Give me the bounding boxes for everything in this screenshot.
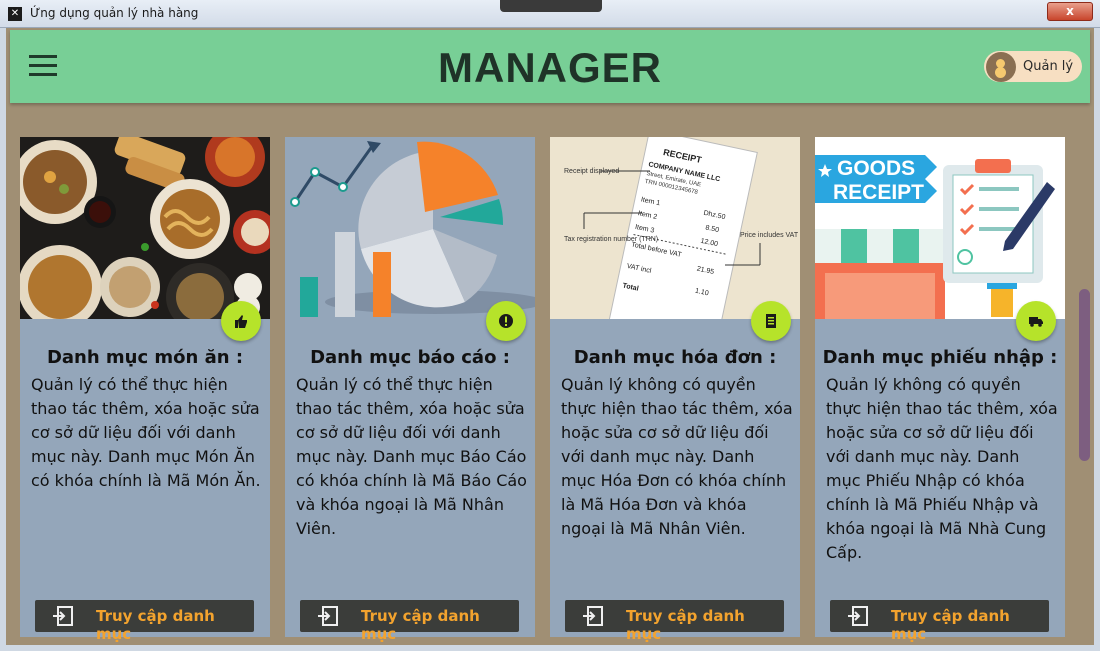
receipt-callout-price: Price includes VAT	[740, 232, 799, 239]
card-title: Danh mục phiếu nhập :	[822, 347, 1058, 368]
access-category-button[interactable]: Truy cập danh mục	[565, 600, 784, 643]
goods-receipt-image: GOODS RECEIPT	[815, 137, 1065, 319]
login-icon	[848, 606, 868, 626]
access-category-button[interactable]: Truy cập danh mục	[830, 600, 1049, 643]
card-description: Quản lý không có quyền thực hiện thao tá…	[826, 375, 1058, 562]
category-card-reports: Danh mục báo cáo : Quản lý có thể thực h…	[285, 137, 535, 643]
user-role-label: Quản lý	[1023, 59, 1074, 74]
card-description: Quản lý có thể thực hiện thao tác thêm, …	[31, 375, 261, 490]
login-icon	[53, 606, 73, 626]
category-card-goods-receipts: GOODS RECEIPT Danh mục phiếu nhập : Quản…	[815, 137, 1065, 643]
card-title: Danh mục báo cáo :	[310, 347, 510, 368]
alert-icon[interactable]	[486, 301, 526, 341]
window-top-handle	[500, 0, 602, 12]
app-icon: ✕	[8, 7, 22, 21]
card-title: Danh mục hóa đơn :	[573, 347, 777, 368]
page-title: MANAGER	[438, 44, 662, 91]
access-category-button[interactable]: Truy cập danh mục	[35, 600, 254, 643]
access-category-label: Truy cập danh mục	[626, 607, 745, 643]
login-icon	[318, 606, 338, 626]
receipt-callout-trn: Tax registration number (TRN)	[564, 236, 658, 243]
window-titlebar: ✕ Ứng dụng quản lý nhà hàng x	[0, 0, 1100, 28]
access-category-button[interactable]: Truy cập danh mục	[300, 600, 519, 643]
card-title: Danh mục món ăn :	[46, 347, 244, 368]
receipt-image: RECEIPT COMPANY NAME LLC Street, Emirate…	[550, 137, 800, 319]
user-chip[interactable]: Quản lý	[984, 51, 1082, 82]
access-category-label: Truy cập danh mục	[96, 607, 215, 643]
access-category-label: Truy cập danh mục	[891, 607, 1010, 643]
app-header: MANAGER Quản lý	[10, 30, 1090, 103]
truck-icon[interactable]	[1016, 301, 1056, 341]
window-close-button[interactable]: x	[1047, 2, 1093, 21]
category-card-food: Danh mục món ăn : Quản lý có thể thực hi…	[20, 137, 270, 643]
access-category-label: Truy cập danh mục	[361, 607, 480, 643]
thumb-up-icon[interactable]	[221, 301, 261, 341]
card-description: Quản lý không có quyền thực hiện thao tá…	[561, 375, 793, 538]
login-icon	[583, 606, 603, 626]
food-image	[20, 137, 270, 319]
report-chart-image	[285, 137, 535, 319]
receipt-icon[interactable]	[751, 301, 791, 341]
goods-receipt-line2: RECEIPT	[833, 181, 924, 204]
card-description: Quản lý có thể thực hiện thao tác thêm, …	[296, 375, 527, 538]
vertical-scrollbar[interactable]	[1079, 289, 1090, 461]
user-avatar-icon	[986, 52, 1016, 82]
category-card-invoices: RECEIPT COMPANY NAME LLC Street, Emirate…	[550, 137, 800, 643]
goods-receipt-line1: GOODS	[837, 157, 915, 180]
window-title: Ứng dụng quản lý nhà hàng	[30, 6, 199, 20]
